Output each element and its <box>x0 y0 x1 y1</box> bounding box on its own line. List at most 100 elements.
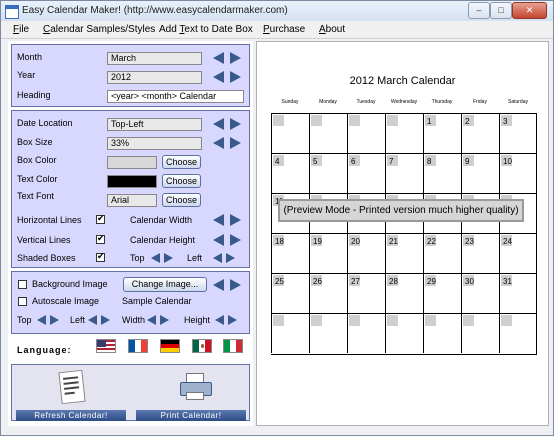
background-image-checkbox[interactable] <box>18 280 27 289</box>
language-label: Language: <box>17 345 72 355</box>
date-number: 26 <box>313 277 322 286</box>
menu-file[interactable]: File <box>13 24 29 35</box>
date-number: 9 <box>465 157 470 166</box>
menu-purchase-label: urchase <box>269 24 306 35</box>
italy-flag-icon[interactable] <box>223 339 243 353</box>
shaded-boxes-checkbox[interactable] <box>96 251 105 262</box>
calendar-left-prev-arrow-icon[interactable] <box>213 253 222 263</box>
calendar-day-cell: 6 <box>347 153 385 193</box>
calendar-day-cell <box>499 313 537 353</box>
menu-calendar-samples[interactable]: Calendar Samples/Styles <box>43 24 155 35</box>
date-location-field[interactable]: Top-Left <box>107 118 202 131</box>
menu-purchase[interactable]: Purchase <box>263 24 305 35</box>
box-size-next-arrow-icon[interactable] <box>230 137 241 149</box>
calendar-day-cell: 10 <box>499 153 537 193</box>
day-header: Friday <box>473 99 487 105</box>
text-color-choose-button[interactable]: Choose <box>162 174 201 188</box>
basics-panel: Month March Year 2012 Heading <year> <mo… <box>11 44 250 107</box>
day-header: Saturday <box>507 99 528 105</box>
mexico-flag-icon[interactable] <box>192 339 212 353</box>
calendar-height-next-arrow-icon[interactable] <box>230 234 241 246</box>
germany-flag-icon[interactable] <box>160 339 180 353</box>
minimize-button[interactable]: – <box>468 2 490 19</box>
calendar-day-cell: 20 <box>347 233 385 273</box>
background-image-label: Background Image <box>32 279 108 289</box>
horizontal-lines-label: Horizontal Lines <box>17 215 82 225</box>
date-number: 4 <box>275 157 280 166</box>
image-left-next-arrow-icon[interactable] <box>101 315 110 325</box>
box-size-field[interactable]: 33% <box>107 137 202 150</box>
calendar-width-next-arrow-icon[interactable] <box>230 214 241 226</box>
us-flag-icon[interactable] <box>96 339 116 353</box>
date-number: 6 <box>351 157 356 166</box>
image-width-label: Width <box>122 315 146 325</box>
maximize-button[interactable]: □ <box>490 2 512 19</box>
change-image-button[interactable]: Change Image... <box>123 277 207 292</box>
image-prev-arrow-icon[interactable] <box>213 279 224 291</box>
box-size-stepper <box>213 136 243 150</box>
calendar-left-stepper <box>213 252 237 266</box>
calendar-day-cell: 27 <box>347 273 385 313</box>
image-next-arrow-icon[interactable] <box>230 279 241 291</box>
title-bar: Easy Calendar Maker! (http://www.easycal… <box>1 1 553 21</box>
text-font-field[interactable]: Arial <box>107 194 157 207</box>
calendar-height-prev-arrow-icon[interactable] <box>213 234 224 246</box>
app-window: Easy Calendar Maker! (http://www.easycal… <box>0 0 554 436</box>
image-panel: Background Image Change Image... Autosca… <box>11 271 250 334</box>
calendar-width-prev-arrow-icon[interactable] <box>213 214 224 226</box>
year-prev-arrow-icon[interactable] <box>213 71 224 83</box>
date-shade <box>501 315 512 326</box>
month-prev-arrow-icon[interactable] <box>213 52 224 64</box>
image-width-next-arrow-icon[interactable] <box>160 315 169 325</box>
calendar-top-next-arrow-icon[interactable] <box>164 253 173 263</box>
date-location-prev-arrow-icon[interactable] <box>213 118 224 130</box>
calendar-day-cell <box>347 113 385 153</box>
image-top-next-arrow-icon[interactable] <box>50 315 59 325</box>
date-number: 29 <box>427 277 436 286</box>
menu-add-text[interactable]: Add Text to Date Box <box>159 24 253 35</box>
france-flag-icon[interactable] <box>128 339 148 353</box>
refresh-calendar-button[interactable]: Refresh Calendar! <box>16 410 126 421</box>
box-size-prev-arrow-icon[interactable] <box>213 137 224 149</box>
autoscale-image-checkbox[interactable] <box>18 297 27 306</box>
calendar-day-cell: 31 <box>499 273 537 313</box>
vertical-lines-checkbox[interactable] <box>96 233 105 244</box>
calendar-top-stepper <box>151 252 175 266</box>
heading-field[interactable]: <year> <month> Calendar <box>107 90 244 103</box>
text-font-choose-button[interactable]: Choose <box>162 193 201 207</box>
box-color-choose-button[interactable]: Choose <box>162 155 201 169</box>
text-color-label: Text Color <box>17 174 58 184</box>
image-left-prev-arrow-icon[interactable] <box>88 315 97 325</box>
calendar-left-next-arrow-icon[interactable] <box>226 253 235 263</box>
settings-panel: Month March Year 2012 Heading <year> <mo… <box>8 41 253 426</box>
close-button[interactable]: ✕ <box>512 2 547 19</box>
box-color-swatch <box>107 156 157 169</box>
image-width-prev-arrow-icon[interactable] <box>147 315 156 325</box>
year-next-arrow-icon[interactable] <box>230 71 241 83</box>
calendar-left-label: Left <box>187 253 203 263</box>
menu-about[interactable]: About <box>319 24 345 35</box>
preview-mode-banner: (Preview Mode - Printed version much hig… <box>278 199 524 222</box>
image-top-prev-arrow-icon[interactable] <box>37 315 46 325</box>
print-calendar-button[interactable]: Print Calendar! <box>136 410 246 421</box>
calendar-preview: 2012 March Calendar Sunday Monday Tuesda… <box>256 41 549 426</box>
menu-file-label: ile <box>19 24 30 35</box>
year-field[interactable]: 2012 <box>107 71 202 84</box>
date-shade <box>463 315 474 326</box>
month-next-arrow-icon[interactable] <box>230 52 241 64</box>
calendar-top-prev-arrow-icon[interactable] <box>151 253 160 263</box>
calendar-day-cell: 3 <box>499 113 537 153</box>
calendar-day-cell: 26 <box>309 273 347 313</box>
print-calendar-icon[interactable] <box>178 373 212 400</box>
date-number: 30 <box>465 277 474 286</box>
image-height-prev-arrow-icon[interactable] <box>215 315 224 325</box>
date-location-next-arrow-icon[interactable] <box>230 118 241 130</box>
horizontal-lines-checkbox[interactable] <box>96 213 105 224</box>
calendar-day-cell: 18 <box>271 233 309 273</box>
date-shade <box>311 315 322 326</box>
calendar-day-cell <box>461 313 499 353</box>
image-height-next-arrow-icon[interactable] <box>228 315 237 325</box>
month-field[interactable]: March <box>107 52 202 65</box>
refresh-calendar-icon[interactable] <box>58 369 86 405</box>
calendar-day-cell: 28 <box>385 273 423 313</box>
